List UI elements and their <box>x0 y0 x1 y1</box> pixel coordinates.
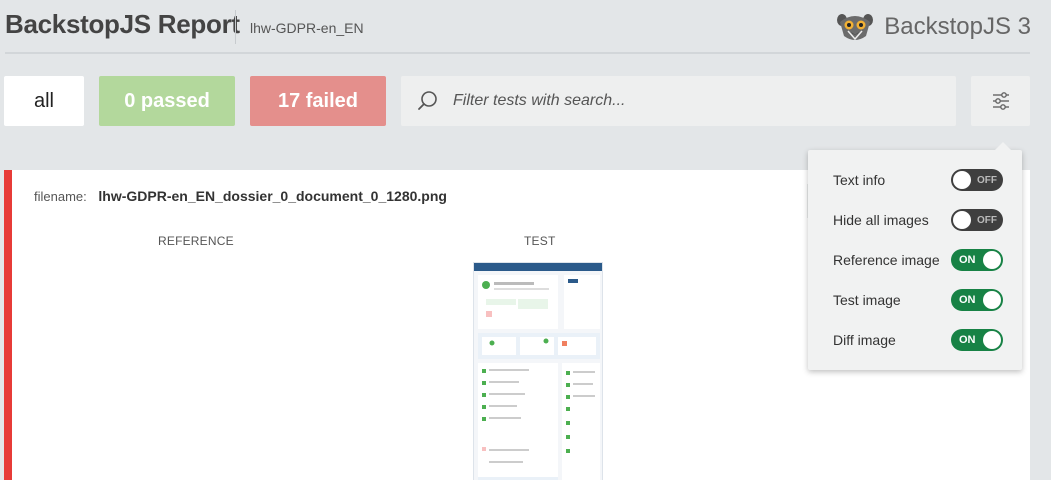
setting-label: Reference image <box>833 252 940 268</box>
setting-diff-image[interactable]: Diff image ON <box>833 328 1003 352</box>
toggle-state: OFF <box>977 174 997 186</box>
filename-label: filename: <box>34 189 87 204</box>
setting-hide-all-images[interactable]: Hide all images OFF <box>833 208 1003 232</box>
settings-button[interactable] <box>971 76 1030 126</box>
filter-passed-button[interactable]: 0 passed <box>99 76 235 126</box>
title-divider <box>235 10 236 44</box>
toggle-knob <box>983 251 1001 269</box>
filter-all-button[interactable]: all <box>4 76 84 126</box>
settings-dropdown: Text info OFF Hide all images OFF Refere… <box>808 142 1022 370</box>
thumb-top-bar <box>474 263 602 271</box>
toggle-knob <box>953 171 971 189</box>
test-label: TEST <box>524 234 556 248</box>
toggle-state: ON <box>959 334 976 346</box>
search-bar[interactable] <box>401 76 956 126</box>
toggle-knob <box>983 291 1001 309</box>
reference-label: REFERENCE <box>158 234 234 248</box>
diff-image-toggle[interactable]: ON <box>951 329 1003 351</box>
setting-test-image[interactable]: Test image ON <box>833 288 1003 312</box>
test-image[interactable] <box>473 262 603 480</box>
setting-label: Test image <box>833 292 901 308</box>
test-image-content <box>478 275 600 480</box>
toggle-state: ON <box>959 254 976 266</box>
setting-label: Text info <box>833 172 886 188</box>
filter-failed-button[interactable]: 17 failed <box>250 76 386 126</box>
setting-label: Hide all images <box>833 212 929 228</box>
text-info-toggle[interactable]: OFF <box>951 169 1003 191</box>
reference-image-toggle[interactable]: ON <box>951 249 1003 271</box>
toggle-state: OFF <box>977 214 997 226</box>
search-input[interactable] <box>453 92 933 110</box>
setting-reference-image[interactable]: Reference image ON <box>833 248 1003 272</box>
sliders-icon <box>992 92 1009 110</box>
header-divider <box>5 52 1030 54</box>
brand: BackstopJS 3 <box>836 10 1031 44</box>
test-image-toggle[interactable]: ON <box>951 289 1003 311</box>
filename-row: filename: lhw-GDPR-en_EN_dossier_0_docum… <box>34 188 447 204</box>
toggle-knob <box>953 211 971 229</box>
hide-all-images-toggle[interactable]: OFF <box>951 209 1003 231</box>
page-title: BackstopJS Report <box>5 9 240 39</box>
toggle-knob <box>983 331 1001 349</box>
toggle-state: ON <box>959 294 976 306</box>
search-icon <box>418 91 437 110</box>
filename-value: lhw-GDPR-en_EN_dossier_0_document_0_1280… <box>98 188 447 204</box>
lemur-logo-icon <box>837 14 874 41</box>
setting-label: Diff image <box>833 332 896 348</box>
report-header: BackstopJS Report lhw-GDPR-en_EN Backsto… <box>0 0 1051 54</box>
brand-name: BackstopJS 3 <box>884 13 1031 40</box>
setting-text-info[interactable]: Text info OFF <box>833 168 1003 192</box>
project-name: lhw-GDPR-en_EN <box>250 20 364 36</box>
